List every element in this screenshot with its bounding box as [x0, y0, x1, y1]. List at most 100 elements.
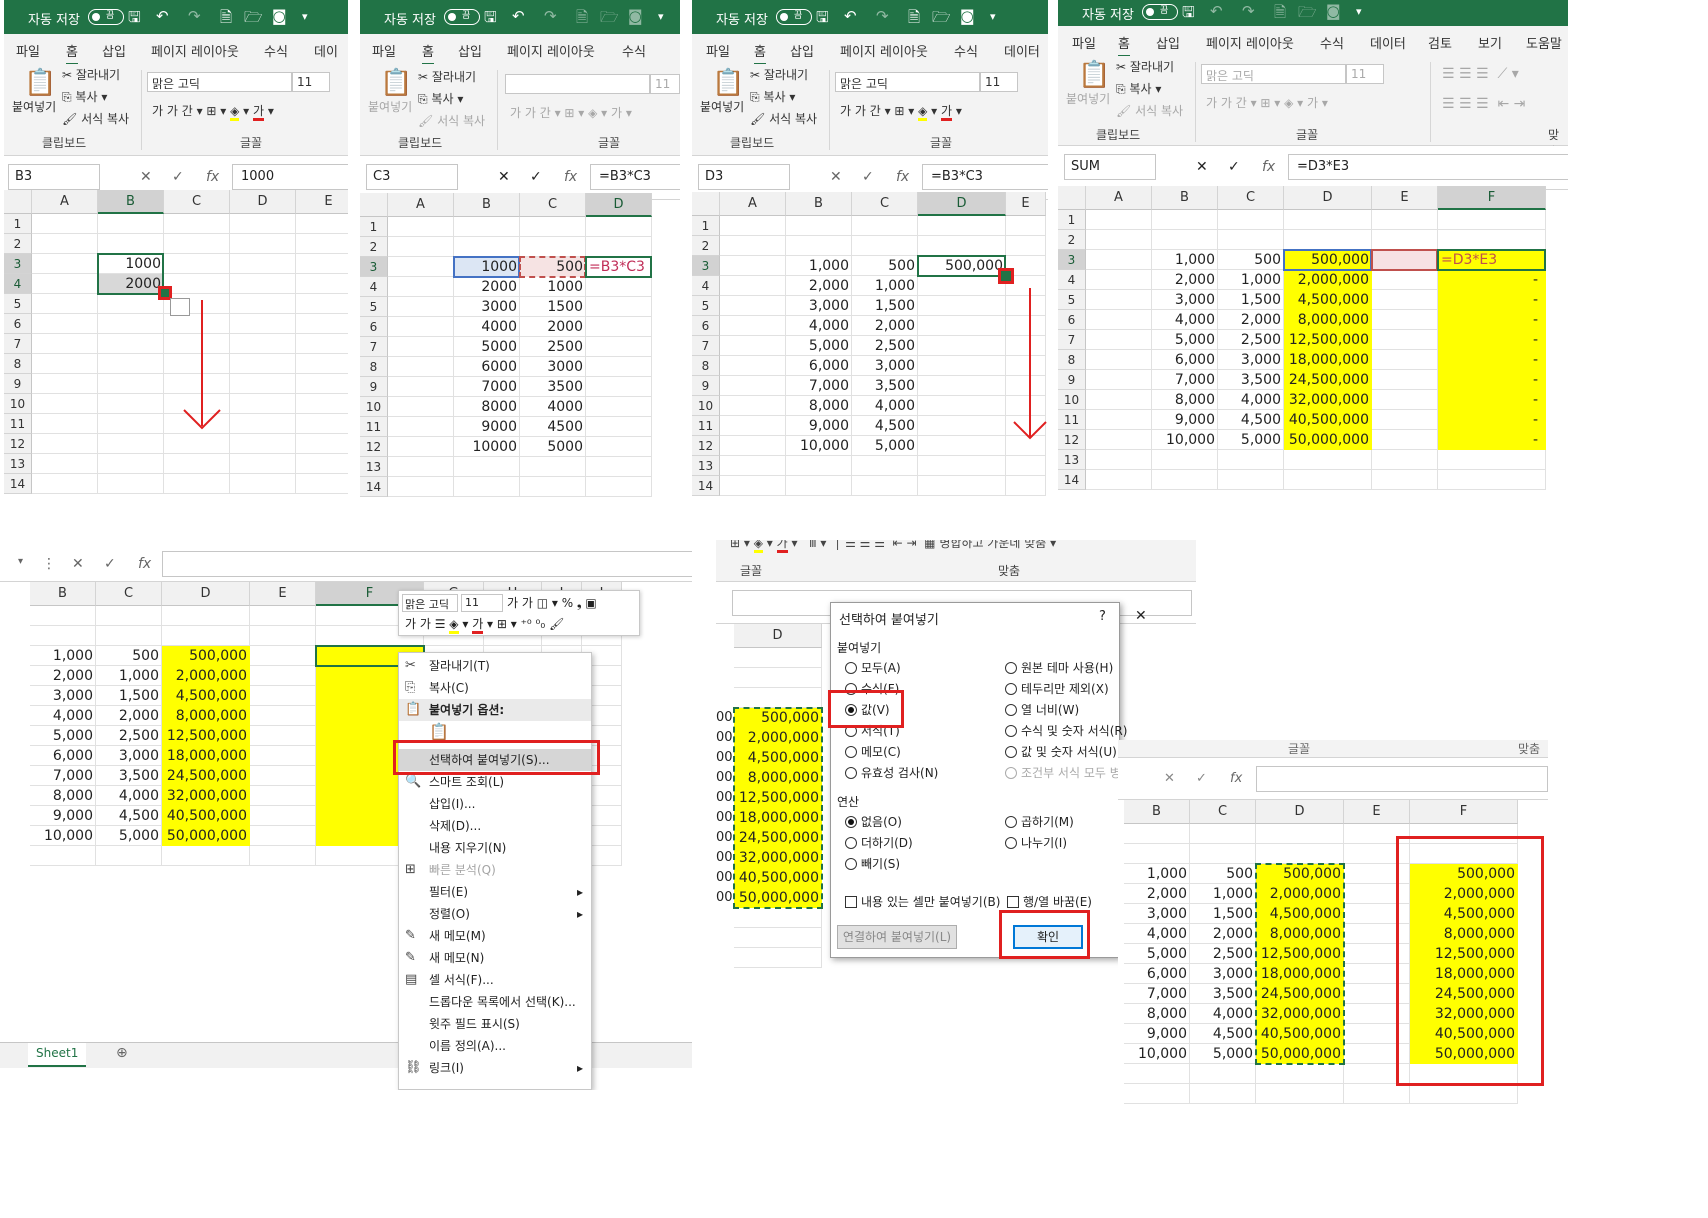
- column-header[interactable]: C: [852, 192, 918, 216]
- tab-formulas[interactable]: 수식: [622, 41, 646, 60]
- font-name-select[interactable]: 맑은 고딕: [1201, 64, 1346, 84]
- paste-option-radio[interactable]: 수식 및 숫자 서식(R): [1005, 722, 1127, 739]
- row-header[interactable]: 5: [360, 297, 388, 317]
- row-header[interactable]: 2: [360, 237, 388, 257]
- context-menu-item[interactable]: 내용 지우기(N): [399, 837, 591, 859]
- cell-c11[interactable]: 4,500: [96, 806, 162, 826]
- cell-c9[interactable]: 3,500: [852, 376, 918, 396]
- cell-b11[interactable]: 9,000: [786, 416, 852, 436]
- cell-f11[interactable]: -: [1438, 410, 1546, 430]
- tab-page-layout[interactable]: 페이지 레이아웃: [1206, 33, 1294, 52]
- align-buttons-row2[interactable]: ☰ ☰ ☰ ⇤ ⇥: [1442, 96, 1525, 112]
- cell-c10[interactable]: 4,000: [96, 786, 162, 806]
- save-icon[interactable]: 🖫: [484, 7, 497, 32]
- tab-data[interactable]: 데이터: [1004, 41, 1040, 60]
- cell-d7[interactable]: 12,500,000: [162, 726, 250, 746]
- row-header[interactable]: 8: [4, 354, 32, 374]
- column-header[interactable]: B: [30, 582, 96, 606]
- tab-formulas[interactable]: 수식: [954, 41, 978, 60]
- undo-icon[interactable]: ↶: [844, 7, 857, 25]
- paste-button[interactable]: 붙여넣기: [1066, 90, 1110, 107]
- operation-radio[interactable]: 없음(O): [845, 813, 902, 830]
- context-menu-item[interactable]: ✂ 잘라내기(T): [399, 655, 591, 677]
- tab-formulas[interactable]: 수식: [264, 41, 288, 60]
- cell-b6[interactable]: 4,000: [786, 316, 852, 336]
- cell-c6[interactable]: 2000: [520, 317, 586, 337]
- context-menu-item[interactable]: ⛓ 링크(I) ▸: [399, 1057, 591, 1079]
- cell-b9[interactable]: 7,000: [1124, 984, 1190, 1004]
- column-header[interactable]: C: [520, 193, 586, 217]
- name-box[interactable]: SUM: [1064, 154, 1156, 180]
- undo-icon[interactable]: ↶: [512, 7, 525, 25]
- print-preview-icon[interactable]: 🗎: [908, 7, 920, 32]
- cell-b8[interactable]: 6,000: [786, 356, 852, 376]
- cell-c5[interactable]: 1,500: [852, 296, 918, 316]
- cell-b4[interactable]: 2,000: [1152, 270, 1218, 290]
- cell-d8[interactable]: 18,000,000: [162, 746, 250, 766]
- add-sheet-icon[interactable]: ⊕: [116, 1045, 128, 1061]
- cell-c4[interactable]: 1,000: [1218, 270, 1284, 290]
- cell-d5[interactable]: 4,500,000: [162, 686, 250, 706]
- fx-icon[interactable]: fx: [1262, 159, 1275, 175]
- font-format-buttons[interactable]: 가 가 간 ▾ ⊞ ▾ ◈ ▾ 가 ▾: [510, 104, 632, 121]
- cell-c4[interactable]: 1,000: [1190, 884, 1256, 904]
- column-header[interactable]: A: [720, 192, 786, 216]
- cell-b9[interactable]: 7,000: [786, 376, 852, 396]
- redo-icon[interactable]: ↷: [544, 7, 557, 25]
- enter-icon[interactable]: ✓: [172, 169, 184, 185]
- font-format-buttons[interactable]: 가 가 간 ▾ ⊞ ▾ ◈ ▾ 가 ▾: [840, 102, 962, 121]
- camera-icon[interactable]: ◙: [272, 7, 287, 25]
- row-header[interactable]: 10: [692, 396, 720, 416]
- formula-input[interactable]: =B3*C3: [922, 164, 1048, 190]
- cell-f12[interactable]: -: [1438, 430, 1546, 450]
- print-preview-icon[interactable]: 🗎: [1274, 2, 1286, 27]
- cell-d6[interactable]: 8,000,000: [1284, 310, 1372, 330]
- paste-button[interactable]: 붙여넣기: [12, 98, 56, 115]
- cell-f8[interactable]: -: [1438, 350, 1546, 370]
- row-header[interactable]: 2: [692, 236, 720, 256]
- cell-b9[interactable]: 7,000: [30, 766, 96, 786]
- cell-f10[interactable]: -: [1438, 390, 1546, 410]
- cell-c4[interactable]: 1,000: [852, 276, 918, 296]
- cell-c5[interactable]: 1500: [520, 297, 586, 317]
- cell-b10[interactable]: 8,000: [1124, 1004, 1190, 1024]
- cell-b6[interactable]: 4,000: [30, 706, 96, 726]
- row-header[interactable]: 8: [1058, 350, 1086, 370]
- cell-c12[interactable]: 5,000: [1218, 430, 1284, 450]
- cell-c12[interactable]: 5000: [520, 437, 586, 457]
- cell-b7[interactable]: 5,000: [1152, 330, 1218, 350]
- cut-button[interactable]: ✂ 잘라내기: [1116, 58, 1174, 75]
- row-header[interactable]: 13: [360, 457, 388, 477]
- tab-insert[interactable]: 삽입: [102, 41, 126, 60]
- column-header[interactable]: E: [1344, 800, 1410, 824]
- operation-radio[interactable]: 곱하기(M): [1005, 813, 1074, 830]
- font-name-select[interactable]: 맑은 고딕: [147, 72, 292, 92]
- cell-b5[interactable]: 3000: [454, 297, 520, 317]
- cell-c11[interactable]: 4500: [520, 417, 586, 437]
- cell-b10[interactable]: 8,000: [786, 396, 852, 416]
- paste-option-radio[interactable]: 테두리만 제외(X): [1005, 680, 1109, 697]
- cell-d3[interactable]: 500,000: [162, 646, 250, 666]
- column-header[interactable]: B: [786, 192, 852, 216]
- cut-button[interactable]: ✂ 잘라내기: [750, 66, 808, 83]
- fx-icon[interactable]: fx: [138, 556, 151, 572]
- row-header[interactable]: 3: [4, 254, 32, 274]
- row-header[interactable]: 3: [1058, 250, 1086, 270]
- cell-c10[interactable]: 4,000: [1190, 1004, 1256, 1024]
- paste-option-radio[interactable]: 메모(C): [845, 743, 901, 760]
- row-header[interactable]: 5: [1058, 290, 1086, 310]
- tab-file[interactable]: 파일: [372, 41, 396, 60]
- cell-c12[interactable]: 5,000: [96, 826, 162, 846]
- cell-b7[interactable]: 5,000: [30, 726, 96, 746]
- cell-d5[interactable]: 4,500,000: [1284, 290, 1372, 310]
- cell-b5[interactable]: 3,000: [786, 296, 852, 316]
- cell-f9[interactable]: -: [1438, 370, 1546, 390]
- column-header[interactable]: B: [454, 193, 520, 217]
- cell-b7[interactable]: 5,000: [1124, 944, 1190, 964]
- customize-qat-icon[interactable]: ▾: [302, 10, 308, 23]
- column-header[interactable]: B: [1124, 800, 1190, 824]
- cell-c7[interactable]: 2,500: [1218, 330, 1284, 350]
- cell-c9[interactable]: 3,500: [96, 766, 162, 786]
- cancel-icon[interactable]: ✕: [830, 169, 842, 185]
- cell-f6[interactable]: -: [1438, 310, 1546, 330]
